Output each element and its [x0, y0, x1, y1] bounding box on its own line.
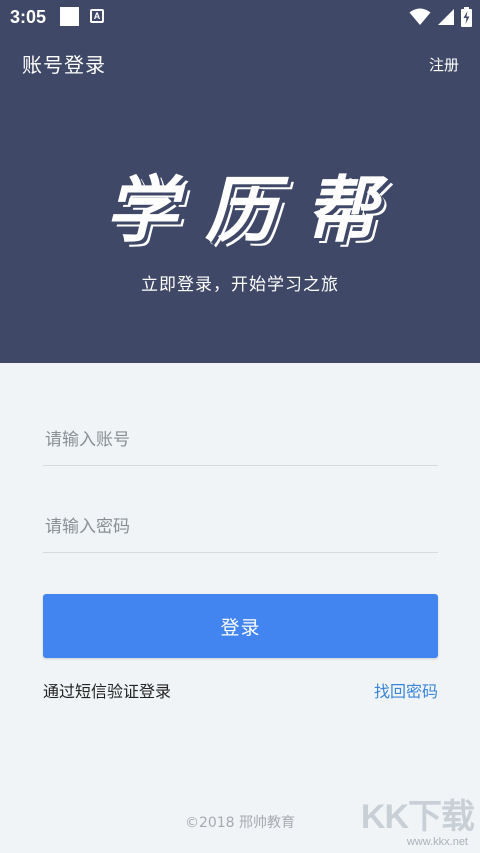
password-input[interactable] — [43, 501, 438, 552]
tagline: 立即登录，开始学习之旅 — [141, 275, 339, 295]
status-icons — [409, 6, 472, 28]
forgot-password-link[interactable]: 找回密码 — [374, 680, 438, 704]
account-input[interactable] — [43, 414, 438, 465]
watermark-url: www.kkx.net — [406, 836, 468, 848]
status-bar: 3:05 A — [0, 0, 480, 36]
logo-char: 学 — [105, 168, 178, 252]
battery-charging-icon — [461, 7, 472, 27]
signal-icon — [438, 9, 454, 25]
login-screen: 3:05 A 账号登录 注册 学 历 帮 立即登录，开始学习之旅 请输入账号 登… — [0, 0, 480, 853]
logo-char: 历 — [204, 168, 277, 252]
watermark-logo: KK下载 — [360, 798, 475, 836]
password-field — [43, 501, 438, 553]
status-time: 3:05 — [10, 7, 47, 27]
login-button[interactable]: 登录 — [43, 594, 438, 658]
sms-login-link[interactable]: 通过短信验证登录 — [43, 680, 171, 704]
account-field — [43, 414, 438, 466]
wifi-icon — [409, 8, 431, 25]
app-logo: 学 历 帮 — [105, 168, 377, 252]
register-link[interactable]: 注册 — [429, 54, 459, 76]
logo-char: 帮 — [304, 168, 377, 252]
watermark: KK下载 www.kkx.net — [354, 797, 475, 851]
page-title: 账号登录 — [22, 53, 106, 77]
a-notification-icon: A — [90, 9, 104, 23]
header-banner: 3:05 A 账号登录 注册 学 历 帮 立即登录，开始学习之旅 — [0, 0, 480, 363]
app-bar: 账号登录 注册 — [0, 40, 480, 90]
white-square-icon — [60, 7, 79, 26]
